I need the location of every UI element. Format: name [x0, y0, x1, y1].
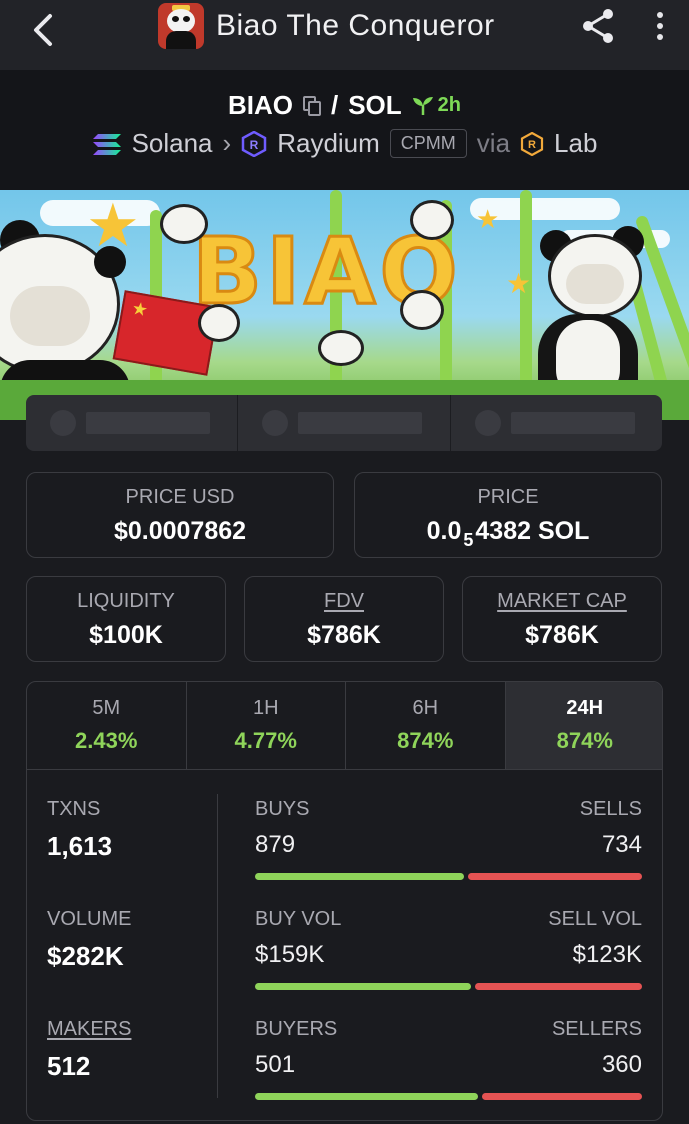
chain-name[interactable]: Solana [132, 128, 213, 159]
svg-text:R: R [528, 139, 536, 151]
price-usd-label: PRICE USD [125, 486, 235, 508]
page-title: Biao The Conqueror [216, 9, 495, 42]
change-6h: 874% [397, 728, 454, 753]
volume-stat: VOLUME $282K [47, 908, 132, 971]
liquidity-label: LIQUIDITY [77, 590, 175, 612]
trading-stats-panel: 5M 2.43% 1H 4.77% 6H 874% 24H 874% TXNS … [26, 681, 663, 1121]
token-title-group: Biao The Conqueror [158, 0, 495, 52]
lab-icon: R [520, 131, 544, 156]
back-arrow-icon[interactable] [24, 10, 64, 50]
solana-icon [92, 133, 121, 155]
price-native-card: PRICE 0.0 54382 SOL [354, 472, 662, 558]
tab-5m[interactable]: 5M 2.43% [27, 682, 187, 769]
stats-divider [217, 794, 218, 1098]
sell-volume-value: $123K [572, 941, 642, 968]
link-placeholder[interactable] [26, 395, 239, 451]
makers-value: 512 [47, 1051, 91, 1081]
raydium-icon: R [241, 130, 267, 157]
pair-age: 2h [412, 94, 461, 117]
market-cap-card[interactable]: MARKET CAP $786K [462, 576, 662, 662]
txns-stat: TXNS 1,613 [47, 798, 113, 861]
dex-name[interactable]: Raydium [277, 128, 380, 159]
pair-age-value: 2h [437, 94, 462, 116]
via-label: via [476, 128, 511, 158]
more-options-icon[interactable] [650, 8, 670, 44]
market-cap-value: $786K [525, 621, 599, 649]
timeframe-tabs: 5M 2.43% 1H 4.77% 6H 874% 24H 874% [27, 682, 662, 770]
base-symbol: BIAO [227, 90, 293, 120]
change-24h: 874% [556, 728, 613, 753]
fdv-label[interactable]: FDV [245, 590, 443, 613]
link-placeholder[interactable] [451, 395, 662, 451]
buys-sells-ratio-bar [255, 873, 642, 880]
makers-stat[interactable]: MAKERS 512 [47, 1018, 131, 1082]
chevron-right-icon: › [222, 128, 232, 158]
price-usd-card: PRICE USD $0.0007862 [26, 472, 334, 558]
buys-value: 879 [255, 831, 296, 858]
price-native-value: 0.0 54382 SOL [426, 517, 590, 550]
buyers-sellers-stat: BUYERS SELLERS 501 360 [255, 1018, 642, 1100]
copy-icon[interactable] [302, 95, 321, 116]
source-name[interactable]: Lab [554, 128, 597, 159]
price-native-label: PRICE [477, 486, 539, 508]
top-app-bar: Biao The Conqueror [0, 0, 689, 70]
buy-sell-volume-stat: BUY VOL SELL VOL $159K $123K [255, 908, 642, 990]
token-avatar [158, 3, 204, 49]
fdv-value: $786K [307, 621, 381, 649]
volume-ratio-bar [255, 983, 642, 990]
social-links-placeholder [26, 395, 662, 451]
quote-symbol: SOL [348, 90, 402, 120]
sells-value: 734 [601, 831, 642, 858]
token-banner-image: ★ ★ ★ BIAO ★ [0, 190, 689, 420]
tab-1h[interactable]: 1H 4.77% [187, 682, 346, 769]
liquidity-value: $100K [89, 621, 163, 649]
buys-sells-stat: BUYS SELLS 879 734 [255, 798, 642, 880]
sellers-value: 360 [601, 1051, 642, 1078]
pair-header: BIAO / SOL 2h Solana › R Raydium CPMM vi… [0, 70, 689, 190]
chain-breadcrumb: Solana › R Raydium CPMM via R Lab [0, 128, 689, 159]
seedling-icon [412, 96, 433, 115]
buy-volume-value: $159K [255, 941, 325, 968]
change-5m: 2.43% [75, 728, 138, 753]
volume-value: $282K [47, 941, 124, 971]
tab-6h[interactable]: 6H 874% [346, 682, 506, 769]
tab-24h[interactable]: 24H 874% [505, 682, 662, 769]
change-1h: 4.77% [234, 728, 297, 753]
pool-type-badge: CPMM [389, 129, 467, 158]
txns-value: 1,613 [47, 831, 113, 861]
price-usd-value: $0.0007862 [113, 517, 247, 545]
link-placeholder[interactable] [238, 395, 451, 451]
share-icon[interactable] [578, 6, 618, 46]
pair-separator: / [330, 90, 339, 120]
makers-ratio-bar [255, 1093, 642, 1100]
market-cap-label[interactable]: MARKET CAP [463, 590, 661, 613]
fdv-card[interactable]: FDV $786K [244, 576, 444, 662]
pair-line: BIAO / SOL 2h [0, 90, 689, 121]
zero-count-subscript: 5 [463, 530, 474, 550]
svg-text:R: R [250, 138, 259, 152]
liquidity-card: LIQUIDITY $100K [26, 576, 226, 662]
buyers-value: 501 [255, 1051, 296, 1078]
